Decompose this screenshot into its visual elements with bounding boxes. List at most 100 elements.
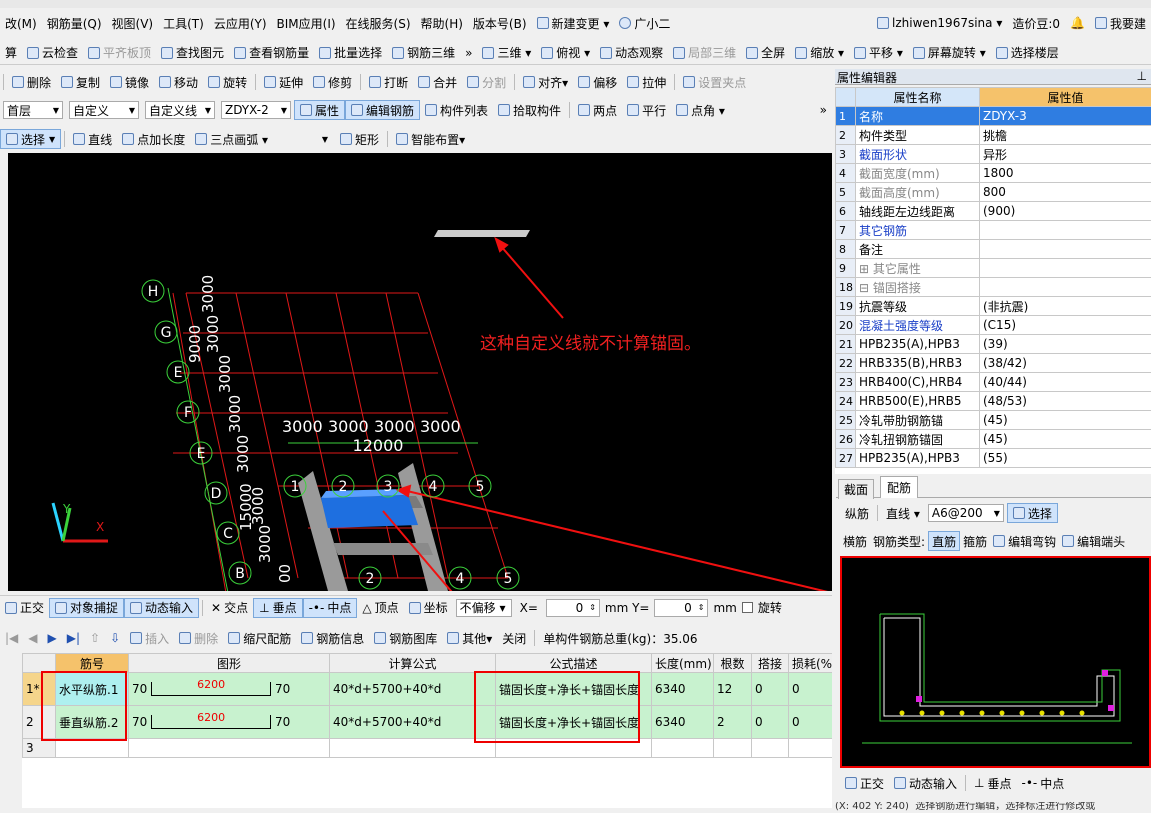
property-row[interactable]: 22 HRB335(B),HRB3 (38/42)	[835, 353, 1151, 373]
loss-cell[interactable]	[788, 738, 832, 758]
mirror-button[interactable]: 镜像	[105, 71, 154, 93]
formula-cell[interactable]: 40*d+5700+40*d	[329, 672, 496, 706]
type-select[interactable]: 自定义 ▼	[69, 101, 139, 119]
property-row[interactable]: 9 ⊞ 其它属性	[835, 258, 1151, 278]
move-down-icon[interactable]: ⇩	[105, 627, 125, 649]
edit-hook-button[interactable]: 编辑弯钩	[990, 530, 1059, 552]
dynamic-input-button[interactable]: 动态输入	[124, 597, 200, 618]
select-button[interactable]: 选择 ▼	[0, 129, 62, 149]
split-button[interactable]: 分割	[462, 71, 511, 93]
y-input[interactable]: 0 ⇕	[654, 598, 709, 617]
orbit-button[interactable]: 动态观察	[595, 41, 668, 64]
section-dynamic-input-button[interactable]: 动态输入	[889, 772, 962, 794]
other-button[interactable]: 其他▾	[442, 627, 497, 649]
custom-line-element[interactable]	[434, 230, 530, 237]
property-value[interactable]	[979, 277, 1151, 297]
line-button[interactable]: 直线	[68, 127, 117, 151]
offset-mode-select[interactable]: 不偏移 ▾	[455, 598, 512, 617]
rotate-screen-button[interactable]: 屏幕旋转 ▾	[908, 41, 991, 64]
formula-cell[interactable]: 40*d+5700+40*d	[329, 705, 496, 739]
lap-cell[interactable]: 0	[751, 672, 789, 706]
shape-cell[interactable]: 70 6200 70	[128, 672, 330, 706]
midpoint-snap-button[interactable]: -•- 中点	[302, 597, 358, 618]
length-cell[interactable]: 6340	[651, 705, 714, 739]
property-value[interactable]	[979, 239, 1151, 259]
property-row[interactable]: 20 混凝土强度等级 (C15)	[835, 315, 1151, 335]
property-value[interactable]: ZDYX-3	[979, 106, 1151, 126]
overflow-chevron-icon[interactable]: »	[460, 41, 477, 64]
scale-rebar-button[interactable]: 缩尺配筋	[223, 627, 296, 649]
top-view-button[interactable]: 俯视 ▾	[536, 41, 595, 64]
copy-button[interactable]: 复制	[56, 71, 105, 93]
set-grip-button[interactable]: 设置夹点	[678, 71, 751, 93]
count-cell[interactable]: 12	[713, 672, 752, 706]
tab-reinforcement[interactable]: 配筋	[880, 476, 919, 498]
parallel-button[interactable]: 平行	[622, 98, 671, 122]
property-value[interactable]: (45)	[979, 410, 1151, 430]
menu-item[interactable]: 云应用(Y)	[209, 12, 272, 34]
menu-new-change[interactable]: 新建变更 ▾	[532, 12, 615, 34]
table-row[interactable]: 2 垂直纵筋.2 70 6200 70 40*d+5700+40*d 锚固长度+…	[22, 705, 832, 739]
formula-cell[interactable]	[329, 738, 496, 758]
property-value[interactable]: 异形	[979, 144, 1151, 164]
ortho-button[interactable]: 正交	[0, 596, 49, 619]
loss-cell[interactable]: 0	[788, 672, 832, 706]
component-list-button[interactable]: 构件列表	[420, 98, 493, 122]
property-row[interactable]: 27 HPB235(A),HPB3 (55)	[835, 448, 1151, 468]
transverse-button[interactable]: 横筋	[840, 530, 870, 552]
property-row[interactable]: 25 冷轧带肋钢筋锚 (45)	[835, 410, 1151, 430]
view-rebar-qty-button[interactable]: 查看钢筋量	[229, 41, 314, 64]
find-element-button[interactable]: 查找图元	[156, 41, 229, 64]
property-row[interactable]: 4 截面宽度(mm) 1800	[835, 163, 1151, 183]
length-cell[interactable]: 6340	[651, 672, 714, 706]
flush-slab-button[interactable]: 平齐板顶	[83, 41, 156, 64]
bell-icon[interactable]: 🔔	[1065, 12, 1090, 34]
line-type-select[interactable]: 直线 ▾	[881, 502, 925, 524]
local-3d-button[interactable]: 局部三维	[668, 41, 741, 64]
coordinate-snap-button[interactable]: 坐标	[404, 596, 453, 619]
stretch-button[interactable]: 拉伸	[622, 71, 671, 93]
property-value[interactable]: (C15)	[979, 315, 1151, 335]
property-value[interactable]: (48/53)	[979, 391, 1151, 411]
loss-cell[interactable]: 0	[788, 705, 832, 739]
table-row[interactable]: 3	[22, 738, 832, 758]
ask-button[interactable]: 我要建	[1090, 12, 1151, 34]
subtype-select[interactable]: 自定义线 ▼	[145, 101, 215, 119]
offset-button[interactable]: 偏移	[573, 71, 622, 93]
column-header[interactable]: 公式描述	[495, 653, 652, 673]
column-header[interactable]: 长度(mm)	[651, 653, 714, 673]
column-header[interactable]: 搭接	[751, 653, 789, 673]
property-value[interactable]: 1800	[979, 163, 1151, 183]
zoom-button[interactable]: 缩放 ▾	[790, 41, 849, 64]
property-value[interactable]: (45)	[979, 429, 1151, 449]
property-value[interactable]	[979, 258, 1151, 278]
rebar-spec-input[interactable]: A6@200 ▼	[927, 504, 1004, 522]
prev-record-icon[interactable]: ◀	[23, 627, 42, 649]
property-value[interactable]: (40/44)	[979, 372, 1151, 392]
property-row[interactable]: 1 名称 ZDYX-3	[835, 106, 1151, 126]
menu-item[interactable]: 版本号(B)	[468, 12, 532, 34]
view-3d-button[interactable]: 三维 ▾	[477, 41, 536, 64]
section-midpoint-button[interactable]: -•- 中点	[1017, 772, 1070, 794]
two-point-button[interactable]: 两点	[573, 98, 622, 122]
point-angle-button[interactable]: 点角 ▾	[671, 98, 730, 122]
vertex-snap-button[interactable]: △ 顶点	[357, 596, 403, 619]
first-record-icon[interactable]: |◀	[0, 627, 23, 649]
arc-mode-select[interactable]: ▼	[276, 130, 332, 148]
property-row[interactable]: 23 HRB400(C),HRB4 (40/44)	[835, 372, 1151, 392]
property-value[interactable]: (39)	[979, 334, 1151, 354]
rebar-info-button[interactable]: 钢筋信息	[296, 627, 369, 649]
property-row[interactable]: 26 冷轧扭钢筋锚固 (45)	[835, 429, 1151, 449]
column-header[interactable]: 根数	[713, 653, 752, 673]
menu-guangxiaoer[interactable]: 广小二	[614, 12, 675, 34]
pick-component-button[interactable]: 拾取构件	[493, 98, 566, 122]
length-cell[interactable]	[651, 738, 714, 758]
menu-item[interactable]: BIM应用(I)	[272, 12, 341, 34]
property-value[interactable]: (非抗震)	[979, 296, 1151, 316]
stirrup-button[interactable]: 箍筋	[960, 530, 990, 552]
object-snap-button[interactable]: 对象捕捉	[49, 597, 125, 618]
column-header[interactable]: 筋号	[55, 653, 129, 673]
property-row[interactable]: 21 HPB235(A),HPB3 (39)	[835, 334, 1151, 354]
align-button[interactable]: 对齐▾	[518, 71, 573, 93]
delete-row-button[interactable]: 删除	[174, 627, 223, 649]
